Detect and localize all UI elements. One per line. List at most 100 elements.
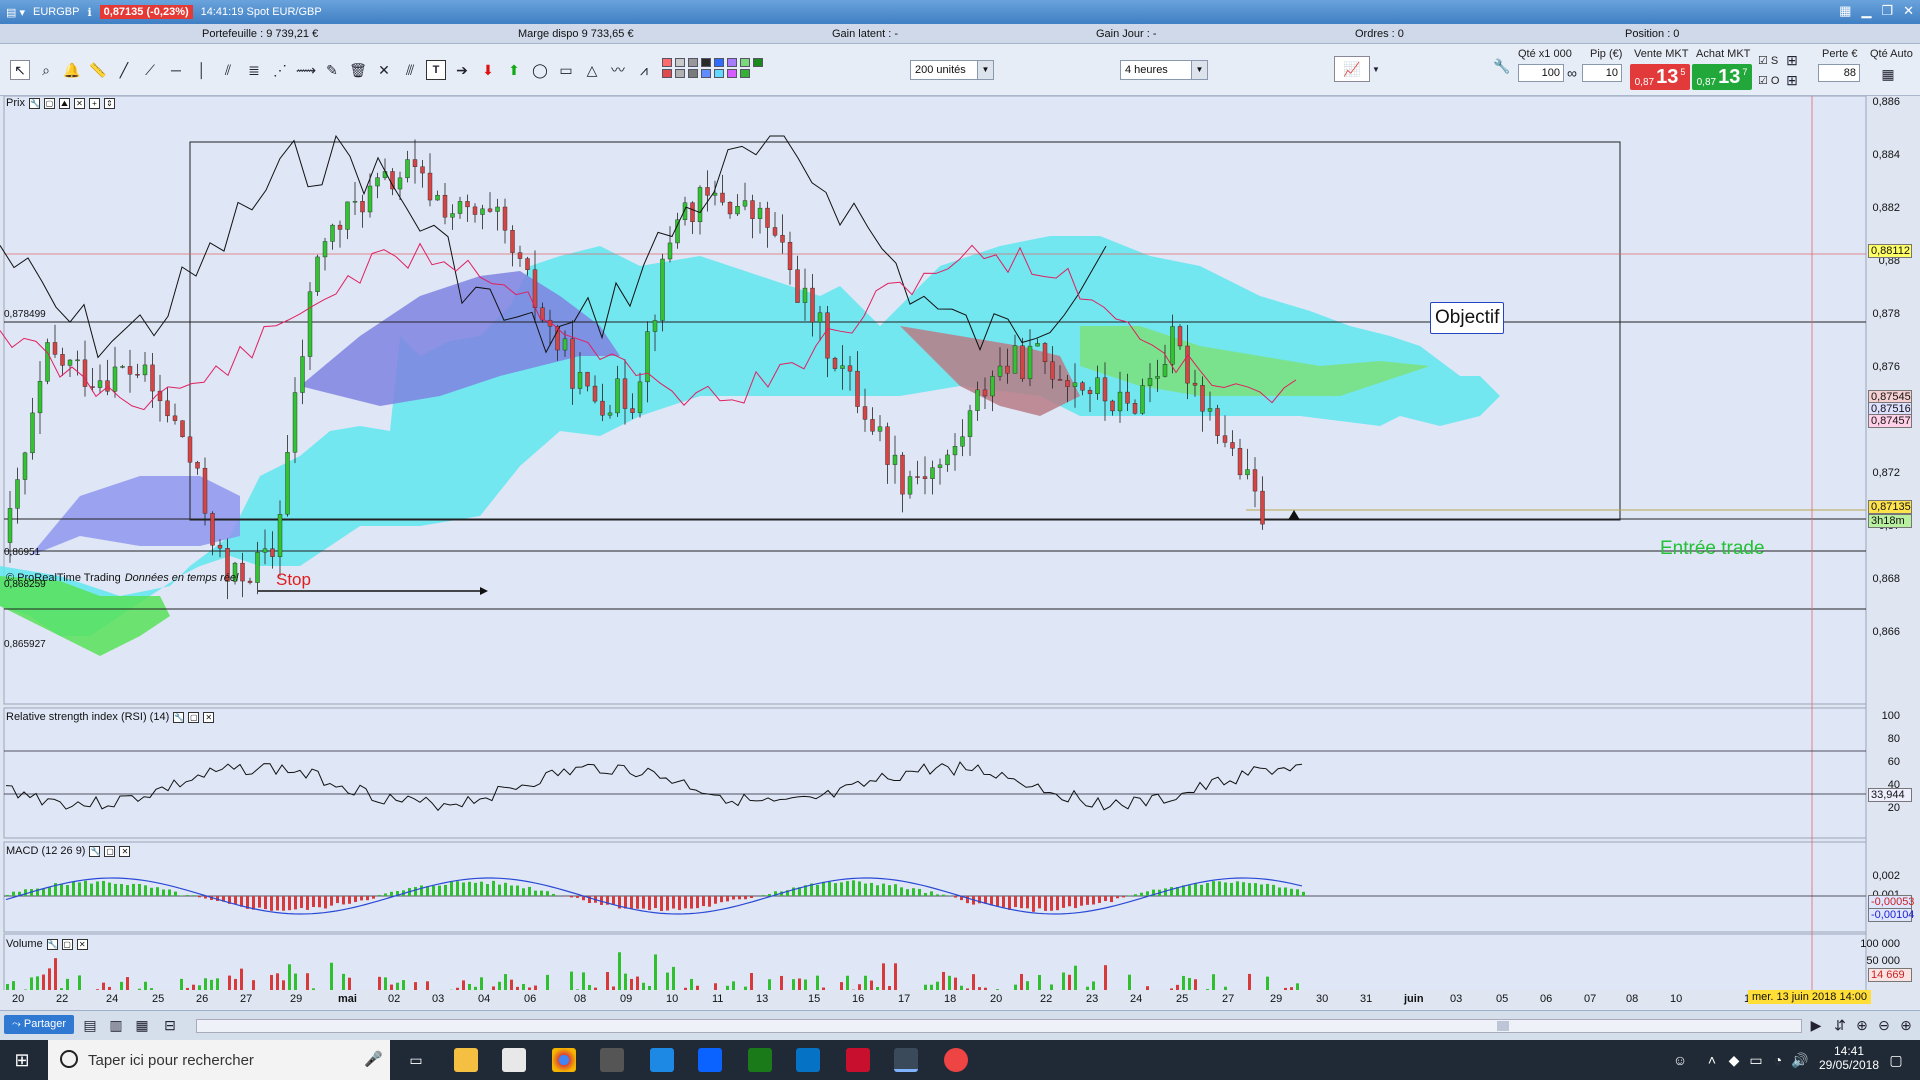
horizontal-line-icon[interactable]: ─ <box>166 60 186 80</box>
color-swatch[interactable] <box>753 58 763 67</box>
pip-input[interactable]: 10 <box>1582 64 1622 82</box>
close-icon[interactable]: ✕ <box>76 938 88 950</box>
info-icon[interactable]: ℹ <box>87 6 91 19</box>
timeframe-select[interactable]: 4 heures ▼ <box>1120 60 1208 80</box>
chart-canvas[interactable] <box>0 96 1920 990</box>
alert-bell-icon[interactable]: 🔔 <box>62 60 82 80</box>
volume-icon[interactable]: 🔊 <box>1790 1050 1810 1070</box>
zoom-icon[interactable]: ⌕ <box>36 60 56 80</box>
chart-type-dropdown-icon[interactable]: ▼ <box>1370 56 1382 82</box>
color-swatch[interactable] <box>740 58 750 67</box>
move-icon[interactable]: ⇕ <box>103 97 115 109</box>
buy-market-button[interactable]: 0,87 13 7 <box>1692 64 1752 90</box>
trash-icon[interactable]: 🗑 <box>348 60 368 80</box>
watchlist-icon[interactable]: ▤ <box>80 1015 100 1035</box>
stop-label[interactable]: Stop <box>276 570 311 590</box>
color-swatch[interactable] <box>701 69 711 78</box>
trading-app-icon[interactable] <box>748 1048 772 1072</box>
gann-fan-icon[interactable]: ⋰ <box>270 60 290 80</box>
color-swatch[interactable] <box>727 69 737 78</box>
autofit-icon[interactable]: ⊕ <box>1852 1015 1872 1035</box>
layout-icon[interactable]: ▦ <box>1839 3 1851 19</box>
chevron-down-icon[interactable]: ▼ <box>1191 61 1207 79</box>
color-swatch[interactable] <box>662 58 672 67</box>
objective-label[interactable]: Objectif <box>1430 302 1505 334</box>
color-swatch[interactable] <box>740 69 750 78</box>
network-icon[interactable]: ◔ <box>1768 1050 1788 1070</box>
taskbar-clock[interactable]: 14:41 29/05/2018 <box>1812 1044 1886 1072</box>
entry-label[interactable]: Entrée trade <box>1660 538 1765 560</box>
close-icon[interactable]: ✕ <box>1903 3 1914 19</box>
table-icon[interactable]: ▦ <box>132 1015 152 1035</box>
chart-type-icon[interactable]: 📈 <box>1334 56 1370 82</box>
color-swatch[interactable] <box>675 69 685 78</box>
ruler-icon[interactable]: 📏 <box>88 60 108 80</box>
calculator-icon[interactable]: ▦ <box>1878 64 1898 84</box>
outlook-icon[interactable] <box>796 1048 820 1072</box>
horizontal-scrollbar[interactable] <box>196 1019 1802 1033</box>
sell-market-button[interactable]: 0,87 13 5 <box>1630 64 1690 90</box>
text-tool-icon[interactable]: T <box>426 60 446 80</box>
wrench-icon[interactable]: 🔧 <box>46 938 58 950</box>
close-icon[interactable]: ✕ <box>119 845 131 857</box>
zoom-out-icon[interactable]: ⊖ <box>1874 1015 1894 1035</box>
units-select[interactable]: 200 unités ▼ <box>910 60 994 80</box>
ellipse-icon[interactable]: ◯ <box>530 60 550 80</box>
battery-icon[interactable]: ▭ <box>1746 1050 1766 1070</box>
chart-sync-icon[interactable]: ⇵ <box>1830 1015 1850 1035</box>
share-button[interactable]: ⤳ Partager <box>4 1015 75 1034</box>
prorealtime-icon[interactable] <box>894 1048 918 1072</box>
close-icon[interactable]: ✕ <box>203 711 215 723</box>
add-indicator-icon[interactable]: + <box>88 97 100 109</box>
color-swatch[interactable] <box>714 58 724 67</box>
itunes-icon[interactable] <box>944 1048 968 1072</box>
brush-icon[interactable]: ✎ <box>322 60 342 80</box>
line-icon[interactable]: ⟋ <box>140 60 160 80</box>
s-checkbox[interactable]: ☑ S <box>1758 54 1778 67</box>
color-swatch[interactable] <box>662 69 672 78</box>
color-swatch[interactable] <box>714 69 724 78</box>
window-icon[interactable]: ▢ <box>43 97 55 109</box>
link-icon[interactable]: ∞ <box>1565 63 1579 83</box>
chrome-icon[interactable] <box>552 1048 576 1072</box>
edge-icon[interactable] <box>650 1048 674 1072</box>
store-icon[interactable] <box>502 1048 526 1072</box>
fibonacci-icon[interactable]: ≣ <box>244 60 264 80</box>
cross-line-icon[interactable]: ✕ <box>374 60 394 80</box>
window-icon[interactable]: ▢ <box>188 711 200 723</box>
restore-icon[interactable]: ❐ <box>1881 3 1893 19</box>
chart-list-icon[interactable]: ▥ <box>106 1015 126 1035</box>
layout-icon[interactable]: ⊟ <box>160 1015 180 1035</box>
zigzag-icon[interactable]: ⩘ <box>634 60 654 80</box>
scroll-right-icon[interactable]: ▶ <box>1806 1015 1826 1035</box>
pointer-icon[interactable]: ↖ <box>10 60 30 80</box>
window-icon[interactable]: ▢ <box>104 845 116 857</box>
pdf-icon[interactable] <box>846 1048 870 1072</box>
dropbox-icon[interactable] <box>698 1048 722 1072</box>
channel-icon[interactable]: ⫽ <box>218 60 238 80</box>
chart-icon[interactable]: ⛰ <box>58 97 70 109</box>
arrow-up-green-icon[interactable]: ⬆ <box>504 60 524 80</box>
color-swatch[interactable] <box>688 69 698 78</box>
color-swatch[interactable] <box>688 58 698 67</box>
color-swatch[interactable] <box>701 58 711 67</box>
wrench-icon[interactable]: 🔧 <box>89 845 101 857</box>
qty-input[interactable]: 100 <box>1518 64 1564 82</box>
arrow-right-icon[interactable]: ➔ <box>452 60 472 80</box>
taskbar-search[interactable]: Taper ici pour rechercher 🎤 <box>48 1040 390 1080</box>
wrench-icon[interactable]: 🔧 <box>173 711 185 723</box>
wave-icon[interactable]: 〰 <box>608 60 628 80</box>
scrollbar-thumb[interactable] <box>1497 1021 1509 1031</box>
wrench-icon[interactable]: 🔧 <box>28 97 40 109</box>
wrench-icon[interactable]: 🔧 <box>1492 56 1512 76</box>
tray-chevron-icon[interactable]: ˄ <box>1702 1050 1722 1070</box>
segment-icon[interactable]: ╱ <box>114 60 134 80</box>
file-explorer-icon[interactable] <box>454 1048 478 1072</box>
arrow-down-red-icon[interactable]: ⬇ <box>478 60 498 80</box>
order-settings-icon[interactable]: ⊞ <box>1784 50 1800 70</box>
people-icon[interactable]: ☺ <box>1670 1050 1690 1070</box>
regression-icon[interactable]: ⟿ <box>296 60 316 80</box>
chevron-down-icon[interactable]: ▼ <box>977 61 993 79</box>
notifications-icon[interactable]: ▢ <box>1886 1050 1906 1070</box>
perte-input[interactable]: 88 <box>1818 64 1860 82</box>
